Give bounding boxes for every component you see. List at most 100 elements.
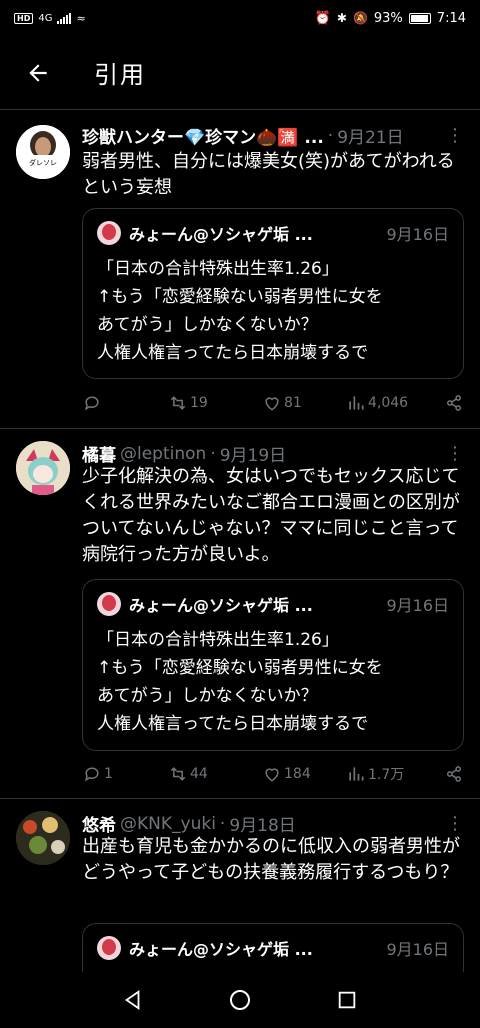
quote-date: 9月16日 — [386, 940, 449, 959]
quote-header: みょーん@ソシャゲ垢 ... 9月16日 — [97, 936, 449, 960]
separator-dot: · — [327, 125, 334, 146]
bluetooth-icon: ✱ — [336, 11, 347, 25]
quote-line: 人権人権言ってたら日本崩壊するで — [97, 343, 369, 363]
retweet-count: 19 — [190, 395, 208, 411]
display-name[interactable]: 橘暮 — [82, 441, 116, 466]
quote-display-name: みょーん@ソシャゲ垢 ... — [129, 940, 313, 959]
circle-home-icon[interactable] — [228, 988, 252, 1012]
user-handle[interactable]: @KNK_yuki — [120, 814, 216, 834]
battery-icon — [408, 12, 431, 24]
tweet-text: 少子化解決の為、女はいつでもセックス応じてくれる世界みたいなご都合エロ漫画との区… — [82, 466, 460, 565]
quote-display-name: みょーん@ソシャゲ垢 ... — [129, 596, 313, 615]
status-right: ⏰ ✱ 🔕 93% 7:14 — [315, 11, 466, 26]
reply-button[interactable]: 1 — [82, 764, 168, 784]
more-vertical-icon[interactable]: ⋮ — [446, 443, 464, 464]
tweet-actions: 1 44 184 1.7万 — [82, 764, 464, 784]
heart-icon — [265, 768, 279, 782]
like-count: 81 — [284, 395, 302, 411]
header: 引用 — [0, 36, 480, 110]
tweet-date[interactable]: 9月21日 — [337, 123, 403, 148]
mute-icon: 🔕 — [352, 11, 368, 25]
quote-avatar — [97, 592, 121, 616]
quote-avatar — [97, 221, 121, 245]
views-button[interactable]: 1.7万 — [346, 764, 432, 784]
quote-line: あてがう」しかなくないか？ — [97, 315, 318, 335]
views-icon — [349, 767, 364, 781]
quote-display-name: みょーん@ソシャゲ垢 ... — [129, 225, 313, 244]
quoted-tweet[interactable]: みょーん@ソシャゲ垢 ... 9月16日 「日本の合計特殊出生率1.26」 ↑も… — [82, 579, 464, 751]
tweet-date[interactable]: 9月18日 — [229, 811, 295, 836]
tweet-text: 出産も育児も金かかるのに低収入の弱者男性がどうやって子どもの扶養義務履行するつも… — [82, 836, 460, 883]
square-recent-icon[interactable] — [336, 989, 358, 1011]
back-button[interactable] — [18, 53, 58, 93]
status-left: HD 4G ≈ — [14, 12, 86, 25]
quote-header: みょーん@ソシャゲ垢 ... 9月16日 — [97, 592, 449, 616]
share-button[interactable] — [444, 764, 464, 784]
tweet-actions: 19 81 4,046 — [82, 393, 464, 413]
tweet-header: 悠希 @KNK_yuki · 9月18日 ⋮ — [82, 811, 464, 836]
avatar[interactable] — [16, 441, 70, 495]
system-nav-bar — [0, 972, 480, 1028]
retweet-count: 44 — [190, 766, 208, 782]
more-vertical-icon[interactable]: ⋮ — [446, 125, 464, 146]
food-photo-image — [16, 811, 70, 865]
retweet-icon — [170, 396, 186, 410]
quoted-tweet[interactable]: みょーん@ソシャゲ垢 ... 9月16日 「日本の合計特殊出生率1.26」 ↑も… — [82, 208, 464, 379]
like-count: 184 — [284, 766, 311, 782]
share-icon — [447, 395, 461, 411]
views-count: 4,046 — [368, 395, 409, 411]
arrow-left-icon — [29, 63, 47, 82]
tweet[interactable]: 橘暮 @leptinon · 9月19日 ⋮ 少子化解決の為、女はいつでもセック… — [0, 429, 480, 799]
display-name[interactable]: 珍獣ハンター💎珍マン🌰🈵 ... — [82, 123, 324, 148]
quote-line: ↑もう「恋愛経験ない弱者男性に女を — [97, 287, 383, 307]
signal-icon — [57, 12, 72, 24]
avatar[interactable]: ダレソレ — [16, 125, 70, 179]
hd-badge: HD — [14, 12, 34, 24]
page-title: 引用 — [94, 61, 146, 89]
views-icon — [349, 396, 364, 410]
tweet-header: 珍獣ハンター💎珍マン🌰🈵 ... · 9月21日 ⋮ — [82, 123, 464, 148]
quote-line: あてがう」しかなくないか？ — [97, 686, 318, 706]
more-vertical-icon[interactable]: ⋮ — [446, 813, 464, 834]
quote-line: ↑もう「恋愛経験ない弱者男性に女を — [97, 658, 383, 678]
tweet-date[interactable]: 9月19日 — [220, 441, 286, 466]
retweet-icon — [170, 767, 186, 781]
like-button[interactable]: 81 — [262, 393, 346, 413]
avatar-label: ダレソレ — [29, 158, 57, 167]
views-count: 1.7万 — [368, 767, 405, 783]
network-type: 4G — [38, 12, 53, 24]
display-name[interactable]: 悠希 — [82, 811, 116, 836]
reply-icon — [85, 767, 99, 782]
character-image — [16, 441, 70, 495]
quote-text: 「日本の合計特殊出生率1.26」 ↑もう「恋愛経験ない弱者男性に女を あてがう」… — [97, 626, 449, 738]
avatar[interactable] — [16, 811, 70, 865]
quote-date: 9月16日 — [386, 225, 449, 244]
reply-count: 1 — [104, 766, 113, 782]
alarm-icon: ⏰ — [314, 10, 331, 26]
separator-dot: · — [219, 813, 226, 834]
retweet-button[interactable]: 44 — [168, 764, 262, 784]
reply-icon — [85, 396, 99, 411]
status-bar: HD 4G ≈ ⏰ ✱ 🔕 93% 7:14 — [0, 0, 480, 36]
separator-dot: · — [210, 443, 216, 464]
quote-line: 「日本の合計特殊出生率1.26」 — [97, 259, 339, 279]
share-icon — [447, 766, 461, 782]
heart-icon — [265, 397, 279, 411]
quote-avatar — [97, 936, 121, 960]
quote-date: 9月16日 — [386, 596, 449, 615]
like-button[interactable]: 184 — [262, 764, 346, 784]
reply-button[interactable] — [82, 393, 168, 413]
clock: 7:14 — [436, 10, 466, 26]
quote-header: みょーん@ソシャゲ垢 ... 9月16日 — [97, 221, 449, 245]
portrait-image: ダレソレ — [16, 125, 70, 179]
triangle-back-icon[interactable] — [122, 989, 144, 1011]
tweet-header: 橘暮 @leptinon · 9月19日 ⋮ — [82, 441, 464, 466]
battery-percent: 93% — [373, 10, 403, 26]
share-button[interactable] — [444, 393, 464, 413]
user-handle[interactable]: @leptinon — [120, 444, 206, 464]
retweet-button[interactable]: 19 — [168, 393, 262, 413]
tweet-text: 弱者男性、自分には爆美女(笑)があてがわれるという妄想 — [82, 151, 455, 198]
views-button[interactable]: 4,046 — [346, 393, 432, 413]
quote-line: 人権人権言ってたら日本崩壊するで — [97, 714, 369, 734]
tweet[interactable]: ダレソレ 珍獣ハンター💎珍マン🌰🈵 ... · 9月21日 ⋮ 弱者男性、自分に… — [0, 111, 480, 429]
